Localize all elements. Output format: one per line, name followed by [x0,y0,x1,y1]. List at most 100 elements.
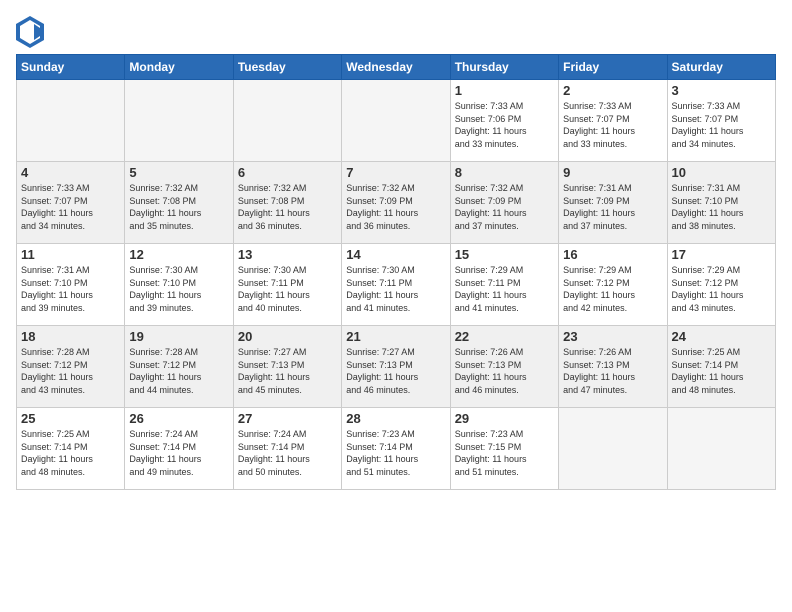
calendar-cell [17,80,125,162]
day-info: Sunrise: 7:27 AMSunset: 7:13 PMDaylight:… [238,346,337,396]
calendar-cell: 1Sunrise: 7:33 AMSunset: 7:06 PMDaylight… [450,80,558,162]
calendar-header-friday: Friday [559,55,667,80]
day-info: Sunrise: 7:27 AMSunset: 7:13 PMDaylight:… [346,346,445,396]
day-number: 9 [563,165,662,180]
calendar-cell: 25 Sunrise: 7:25 AMSunset: 7:14 PMDayligh… [17,408,125,490]
calendar: SundayMondayTuesdayWednesdayThursdayFrid… [16,54,776,490]
day-number: 23 [563,329,662,344]
calendar-cell: 22 Sunrise: 7:26 AMSunset: 7:13 PMDayligh… [450,326,558,408]
calendar-cell: 13 Sunrise: 7:30 AMSunset: 7:11 PMDayligh… [233,244,341,326]
calendar-header-thursday: Thursday [450,55,558,80]
header [16,16,776,44]
calendar-cell: 15 Sunrise: 7:29 AMSunset: 7:11 PMDayligh… [450,244,558,326]
calendar-cell: 29 Sunrise: 7:23 AMSunset: 7:15 PMDayligh… [450,408,558,490]
calendar-cell: 23 Sunrise: 7:26 AMSunset: 7:13 PMDayligh… [559,326,667,408]
day-info: Sunrise: 7:28 AMSunset: 7:12 PMDaylight:… [129,346,228,396]
day-number: 6 [238,165,337,180]
calendar-cell [559,408,667,490]
day-number: 28 [346,411,445,426]
day-number: 15 [455,247,554,262]
day-info: Sunrise: 7:30 AMSunset: 7:11 PMDaylight:… [238,264,337,314]
day-number: 25 [21,411,120,426]
calendar-header-saturday: Saturday [667,55,775,80]
calendar-header-monday: Monday [125,55,233,80]
calendar-cell: 21 Sunrise: 7:27 AMSunset: 7:13 PMDayligh… [342,326,450,408]
calendar-cell: 27 Sunrise: 7:24 AMSunset: 7:14 PMDayligh… [233,408,341,490]
calendar-cell [342,80,450,162]
calendar-cell [667,408,775,490]
day-number: 2 [563,83,662,98]
calendar-header-row: SundayMondayTuesdayWednesdayThursdayFrid… [17,55,776,80]
day-info: Sunrise: 7:29 AMSunset: 7:12 PMDaylight:… [672,264,771,314]
day-info: Sunrise: 7:32 AMSunset: 7:09 PMDaylight:… [346,182,445,232]
logo-icon [16,16,40,44]
calendar-cell: 10 Sunrise: 7:31 AMSunset: 7:10 PMDayligh… [667,162,775,244]
day-number: 11 [21,247,120,262]
calendar-week-3: 11 Sunrise: 7:31 AMSunset: 7:10 PMDayligh… [17,244,776,326]
calendar-week-2: 4 Sunrise: 7:33 AMSunset: 7:07 PMDaylight… [17,162,776,244]
day-info: Sunrise: 7:31 AMSunset: 7:10 PMDaylight:… [21,264,120,314]
day-info: Sunrise: 7:29 AMSunset: 7:11 PMDaylight:… [455,264,554,314]
calendar-cell: 5Sunrise: 7:32 AMSunset: 7:08 PMDaylight… [125,162,233,244]
calendar-cell: 14 Sunrise: 7:30 AMSunset: 7:11 PMDayligh… [342,244,450,326]
calendar-cell [125,80,233,162]
day-info: Sunrise: 7:24 AMSunset: 7:14 PMDaylight:… [238,428,337,478]
logo [16,16,44,44]
day-number: 1 [455,83,554,98]
day-info: Sunrise: 7:32 AMSunset: 7:08 PMDaylight:… [238,182,337,232]
calendar-header-wednesday: Wednesday [342,55,450,80]
calendar-week-4: 18 Sunrise: 7:28 AMSunset: 7:12 PMDayligh… [17,326,776,408]
calendar-week-1: 1Sunrise: 7:33 AMSunset: 7:06 PMDaylight… [17,80,776,162]
day-number: 10 [672,165,771,180]
calendar-cell: 6 Sunrise: 7:32 AMSunset: 7:08 PMDaylight… [233,162,341,244]
day-info: Sunrise: 7:31 AMSunset: 7:10 PMDaylight:… [672,182,771,232]
day-number: 20 [238,329,337,344]
day-number: 8 [455,165,554,180]
calendar-cell: 24 Sunrise: 7:25 AMSunset: 7:14 PMDayligh… [667,326,775,408]
day-info: Sunrise: 7:30 AMSunset: 7:10 PMDaylight:… [129,264,228,314]
day-info: Sunrise: 7:26 AMSunset: 7:13 PMDaylight:… [455,346,554,396]
day-number: 17 [672,247,771,262]
day-info: Sunrise: 7:33 AMSunset: 7:07 PMDaylight:… [563,100,662,150]
day-number: 27 [238,411,337,426]
day-info: Sunrise: 7:25 AMSunset: 7:14 PMDaylight:… [672,346,771,396]
calendar-cell: 17 Sunrise: 7:29 AMSunset: 7:12 PMDayligh… [667,244,775,326]
day-number: 3 [672,83,771,98]
calendar-cell: 8Sunrise: 7:32 AMSunset: 7:09 PMDaylight… [450,162,558,244]
calendar-cell: 28 Sunrise: 7:23 AMSunset: 7:14 PMDayligh… [342,408,450,490]
day-info: Sunrise: 7:31 AMSunset: 7:09 PMDaylight:… [563,182,662,232]
calendar-cell: 2 Sunrise: 7:33 AMSunset: 7:07 PMDaylight… [559,80,667,162]
day-number: 22 [455,329,554,344]
day-info: Sunrise: 7:28 AMSunset: 7:12 PMDaylight:… [21,346,120,396]
calendar-cell: 9 Sunrise: 7:31 AMSunset: 7:09 PMDaylight… [559,162,667,244]
day-number: 7 [346,165,445,180]
calendar-header-sunday: Sunday [17,55,125,80]
day-info: Sunrise: 7:25 AMSunset: 7:14 PMDaylight:… [21,428,120,478]
day-number: 18 [21,329,120,344]
calendar-cell: 7 Sunrise: 7:32 AMSunset: 7:09 PMDaylight… [342,162,450,244]
day-number: 21 [346,329,445,344]
day-info: Sunrise: 7:33 AMSunset: 7:07 PMDaylight:… [672,100,771,150]
day-number: 14 [346,247,445,262]
day-info: Sunrise: 7:24 AMSunset: 7:14 PMDaylight:… [129,428,228,478]
day-info: Sunrise: 7:26 AMSunset: 7:13 PMDaylight:… [563,346,662,396]
day-info: Sunrise: 7:23 AMSunset: 7:15 PMDaylight:… [455,428,554,478]
day-number: 13 [238,247,337,262]
day-number: 5 [129,165,228,180]
page: SundayMondayTuesdayWednesdayThursdayFrid… [0,0,792,612]
calendar-cell: 20 Sunrise: 7:27 AMSunset: 7:13 PMDayligh… [233,326,341,408]
calendar-cell: 3 Sunrise: 7:33 AMSunset: 7:07 PMDaylight… [667,80,775,162]
calendar-cell: 19Sunrise: 7:28 AMSunset: 7:12 PMDayligh… [125,326,233,408]
calendar-week-5: 25 Sunrise: 7:25 AMSunset: 7:14 PMDayligh… [17,408,776,490]
calendar-cell: 11 Sunrise: 7:31 AMSunset: 7:10 PMDayligh… [17,244,125,326]
calendar-cell [233,80,341,162]
day-number: 24 [672,329,771,344]
day-info: Sunrise: 7:29 AMSunset: 7:12 PMDaylight:… [563,264,662,314]
day-number: 4 [21,165,120,180]
day-number: 26 [129,411,228,426]
calendar-cell: 12Sunrise: 7:30 AMSunset: 7:10 PMDayligh… [125,244,233,326]
day-info: Sunrise: 7:23 AMSunset: 7:14 PMDaylight:… [346,428,445,478]
day-info: Sunrise: 7:33 AMSunset: 7:07 PMDaylight:… [21,182,120,232]
day-number: 29 [455,411,554,426]
day-info: Sunrise: 7:30 AMSunset: 7:11 PMDaylight:… [346,264,445,314]
